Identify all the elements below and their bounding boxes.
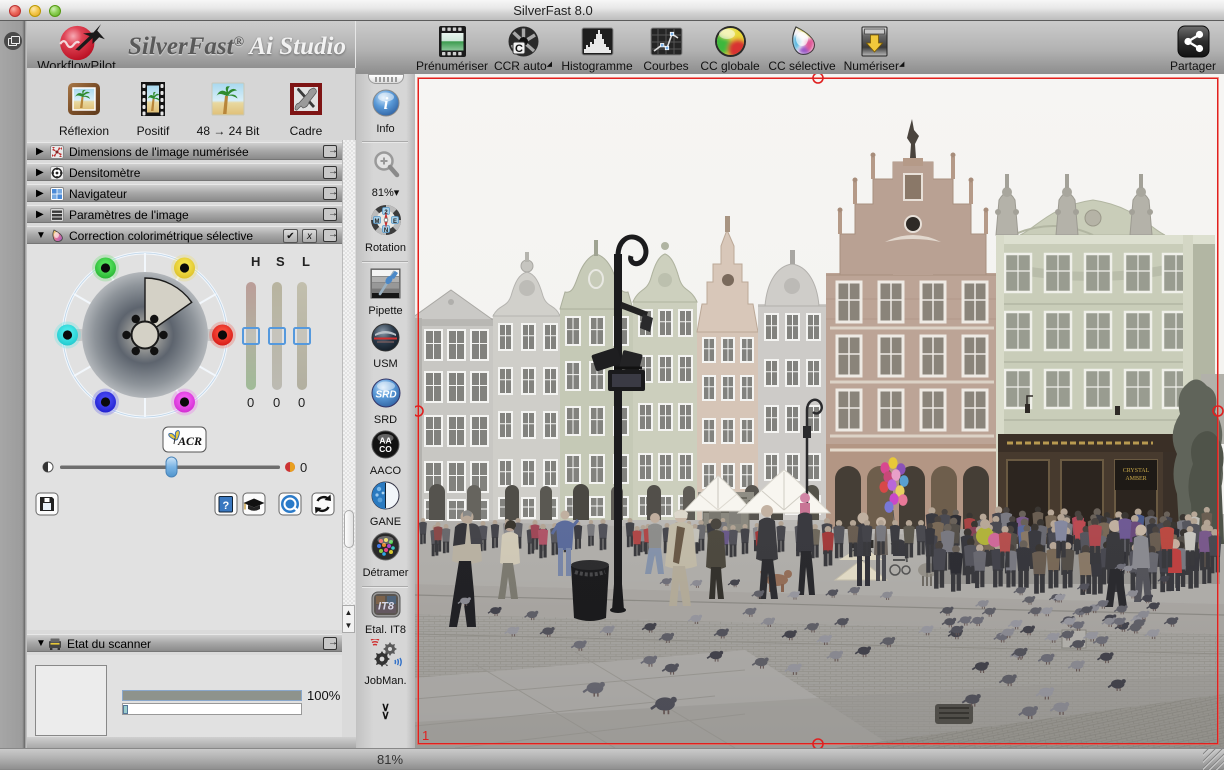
svg-text:ACR: ACR <box>177 434 202 448</box>
svg-text:0: 0 <box>300 460 307 475</box>
svg-text:i: i <box>383 94 388 113</box>
svg-text:M: M <box>374 219 379 225</box>
svg-text:E: E <box>392 219 396 225</box>
svg-text:0: 0 <box>247 395 254 410</box>
svg-text:SRD: SRD <box>375 390 396 401</box>
svg-text:0: 0 <box>273 395 280 410</box>
svg-text:AMBER: AMBER <box>1125 476 1146 482</box>
svg-text:N: N <box>383 228 387 234</box>
svg-text:0: 0 <box>298 395 305 410</box>
svg-text:S: S <box>276 254 285 269</box>
svg-text:H: H <box>251 254 260 269</box>
svg-text:L: L <box>302 254 310 269</box>
svg-text:1: 1 <box>422 728 429 743</box>
svg-text:CRYSTAL: CRYSTAL <box>1123 468 1150 474</box>
svg-text:IT8: IT8 <box>378 601 395 613</box>
svg-text:C: C <box>515 43 523 55</box>
svg-text:CO: CO <box>379 444 392 454</box>
svg-text:?: ? <box>223 500 230 512</box>
